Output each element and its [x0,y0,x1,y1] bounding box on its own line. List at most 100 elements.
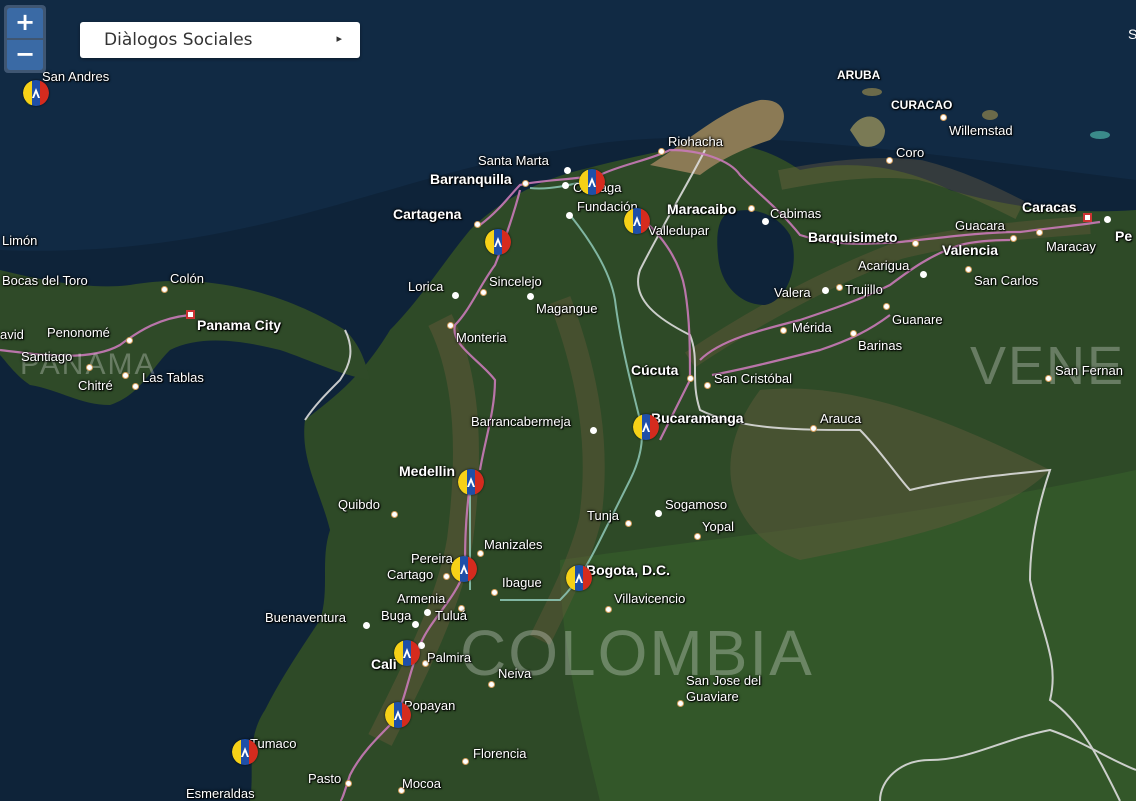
city-dot [658,148,665,155]
city-dot [126,337,133,344]
city-dot [424,609,431,616]
place-label: San Jose del [686,673,762,688]
place-label: Armenia [397,591,446,606]
city-dot [625,520,632,527]
place-label: Santiago [21,349,73,364]
place-label: Mocoa [402,776,442,791]
place-label: Riohacha [668,134,723,149]
city-dot [1104,216,1111,223]
place-label: Panama City [197,317,282,333]
place-label: Sogamoso [665,497,728,512]
place-label: Pe [1115,228,1133,244]
city-dot [1036,229,1043,236]
place-label: Limón [2,233,38,248]
city-dot [677,700,684,707]
layer-dropdown-label: Diàlogos Sociales [104,30,253,50]
dialogos-sociales-marker-icon[interactable] [624,208,650,234]
place-label: Santa Marta [478,153,549,168]
dialogos-sociales-marker-icon[interactable] [485,229,511,255]
city-dot [940,114,947,121]
place-label: Buga [381,608,412,623]
marker-graphic [624,208,650,234]
city-dot [161,286,168,293]
place-label: Ibague [502,575,542,590]
place-label: Valencia [942,242,999,258]
place-label: Villavicencio [614,591,686,606]
city-dot [345,780,352,787]
place-label: Bocas del Toro [2,273,88,288]
place-label: Las Tablas [142,370,204,385]
place-label: Cartago [387,567,434,582]
city-dot [748,205,755,212]
place-label: Cúcuta [631,362,679,378]
place-label: San Fernan [1055,363,1123,378]
dialogos-sociales-marker-icon[interactable] [232,739,258,765]
city-dot [694,533,701,540]
dialogos-sociales-marker-icon[interactable] [451,556,477,582]
place-label: Pereira [411,551,453,566]
place-label: Barquisimeto [808,229,898,245]
place-label: San Andres [42,69,110,84]
place-label: Cali [371,656,397,672]
place-label: CURACAO [891,98,953,112]
layer-dropdown[interactable]: Diàlogos Sociales ▸ [80,22,360,58]
edge-label: S [1128,26,1136,42]
place-label: Maracaibo [667,201,737,217]
city-dot [477,550,484,557]
marker-graphic [485,229,511,255]
marker-graphic [579,169,605,195]
place-label: Penonomé [47,325,110,340]
dialogos-sociales-marker-icon[interactable] [394,640,420,666]
place-label: Caracas [1022,199,1077,215]
marker-graphic [394,640,420,666]
place-label: Medellin [399,463,456,479]
place-label: Tuluá [435,608,468,623]
city-dot [488,681,495,688]
city-dot [836,284,843,291]
place-label: Colón [170,271,204,286]
map-canvas[interactable]: COLOMBIA PANAMA VENE [0,0,1136,801]
marker-graphic [566,565,592,591]
city-dot [886,157,893,164]
city-dot [850,330,857,337]
place-label: Lorica [408,279,444,294]
capital-marker [1083,213,1092,222]
place-label: Palmira [427,650,472,665]
place-label: Maracay [1046,239,1096,254]
place-label: avid [0,327,24,342]
zoom-in-button[interactable]: + [7,8,43,38]
city-dot [605,606,612,613]
place-label: Coro [896,145,925,160]
dialogos-sociales-marker-icon[interactable] [633,414,659,440]
city-dot [655,510,662,517]
place-label: Barinas [858,338,903,353]
place-label: Valledupar [648,223,710,238]
dialogos-sociales-marker-icon[interactable] [566,565,592,591]
dialogos-sociales-marker-icon[interactable] [23,80,49,106]
zoom-control: + − [4,5,46,73]
dialogos-sociales-marker-icon[interactable] [579,169,605,195]
city-dot [443,573,450,580]
city-dot [762,218,769,225]
dialogos-sociales-marker-icon[interactable] [385,702,411,728]
city-dot [462,758,469,765]
dialogos-sociales-marker-icon[interactable] [458,469,484,495]
city-dot [562,182,569,189]
zoom-out-button[interactable]: − [7,40,43,70]
place-label: Chitré [78,378,113,393]
place-label: Barranquilla [430,171,512,187]
place-label: Cabimas [770,206,822,221]
city-dot [920,271,927,278]
place-label: Willemstad [949,123,1013,138]
place-label: Popayan [404,698,456,713]
place-label: Guanare [892,312,943,327]
place-label: Tunja [587,508,620,523]
place-label: Trujillo [845,282,883,297]
city-dot [86,364,93,371]
marker-graphic [451,556,477,582]
place-label: Neiva [498,666,532,681]
city-dot [1045,375,1052,382]
marker-graphic [23,80,49,106]
city-dot [822,287,829,294]
place-label: San Cristóbal [714,371,793,386]
